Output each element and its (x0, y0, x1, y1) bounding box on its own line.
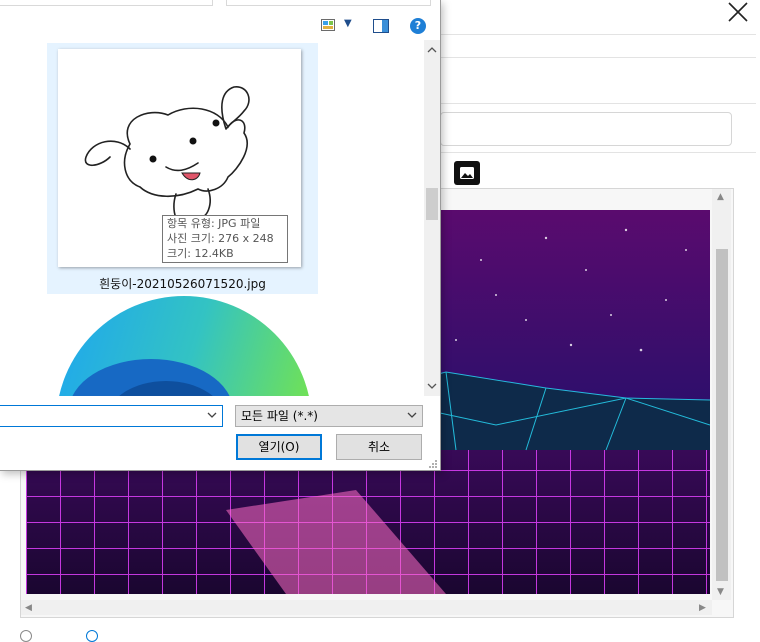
chevron-down-icon[interactable]: ▼ (344, 18, 352, 29)
help-icon[interactable]: ? (410, 18, 426, 34)
chevron-down-icon[interactable] (207, 410, 217, 420)
file-item[interactable]: 항목 유형: JPG 파일 사진 크기: 276 x 248 크기: 12.4K… (47, 43, 318, 294)
filetype-selected: 모든 파일 (*.*) (241, 409, 318, 423)
view-options-icon[interactable] (321, 19, 335, 31)
scroll-right-arrow[interactable]: ▶ (699, 603, 706, 613)
file-open-dialog: ▼ ? 항목 유형: JPG 파일 사진 크기: 276 x 248 크기: 1… (0, 0, 441, 471)
filename-combobox[interactable] (0, 405, 223, 427)
tooltip-size: 크기: 12.4KB (167, 247, 234, 260)
preview-pane-icon[interactable] (373, 19, 389, 33)
address-bar[interactable] (0, 0, 213, 6)
text-input[interactable] (440, 112, 732, 146)
close-icon[interactable] (724, 0, 752, 26)
chevron-up-icon[interactable] (427, 46, 437, 54)
tooltip-dimensions: 사진 크기: 276 x 248 (167, 232, 274, 245)
horizontal-scrollbar[interactable]: ◀ ▶ (21, 600, 712, 615)
radio-group (10, 630, 210, 642)
scroll-down-arrow[interactable]: ▼ (717, 587, 724, 597)
file-list: 항목 유형: JPG 파일 사진 크기: 276 x 248 크기: 12.4K… (0, 40, 424, 396)
scroll-left-arrow[interactable]: ◀ (25, 603, 32, 613)
radio-option[interactable] (20, 630, 32, 642)
divider (440, 103, 756, 104)
chevron-down-icon[interactable] (427, 382, 437, 390)
scrollbar-thumb[interactable] (426, 188, 438, 220)
image-icon[interactable] (454, 161, 480, 185)
divider (440, 152, 756, 153)
divider (440, 34, 756, 35)
radio-option[interactable] (86, 630, 98, 642)
search-box[interactable] (226, 0, 431, 6)
file-tooltip: 항목 유형: JPG 파일 사진 크기: 276 x 248 크기: 12.4K… (162, 215, 288, 263)
file-name: 흰둥이-20210526071520.jpg (99, 277, 266, 291)
filetype-dropdown[interactable]: 모든 파일 (*.*) (235, 405, 423, 427)
open-button[interactable]: 열기(O) (236, 434, 322, 460)
chevron-down-icon[interactable] (407, 410, 417, 420)
divider (440, 57, 756, 58)
tooltip-type: 항목 유형: JPG 파일 (167, 217, 261, 230)
file-item[interactable] (56, 296, 312, 396)
scrollbar-thumb[interactable] (716, 249, 728, 581)
cancel-button[interactable]: 취소 (336, 434, 422, 460)
resize-grip-icon[interactable] (428, 459, 438, 469)
scroll-up-arrow[interactable]: ▲ (717, 192, 724, 202)
